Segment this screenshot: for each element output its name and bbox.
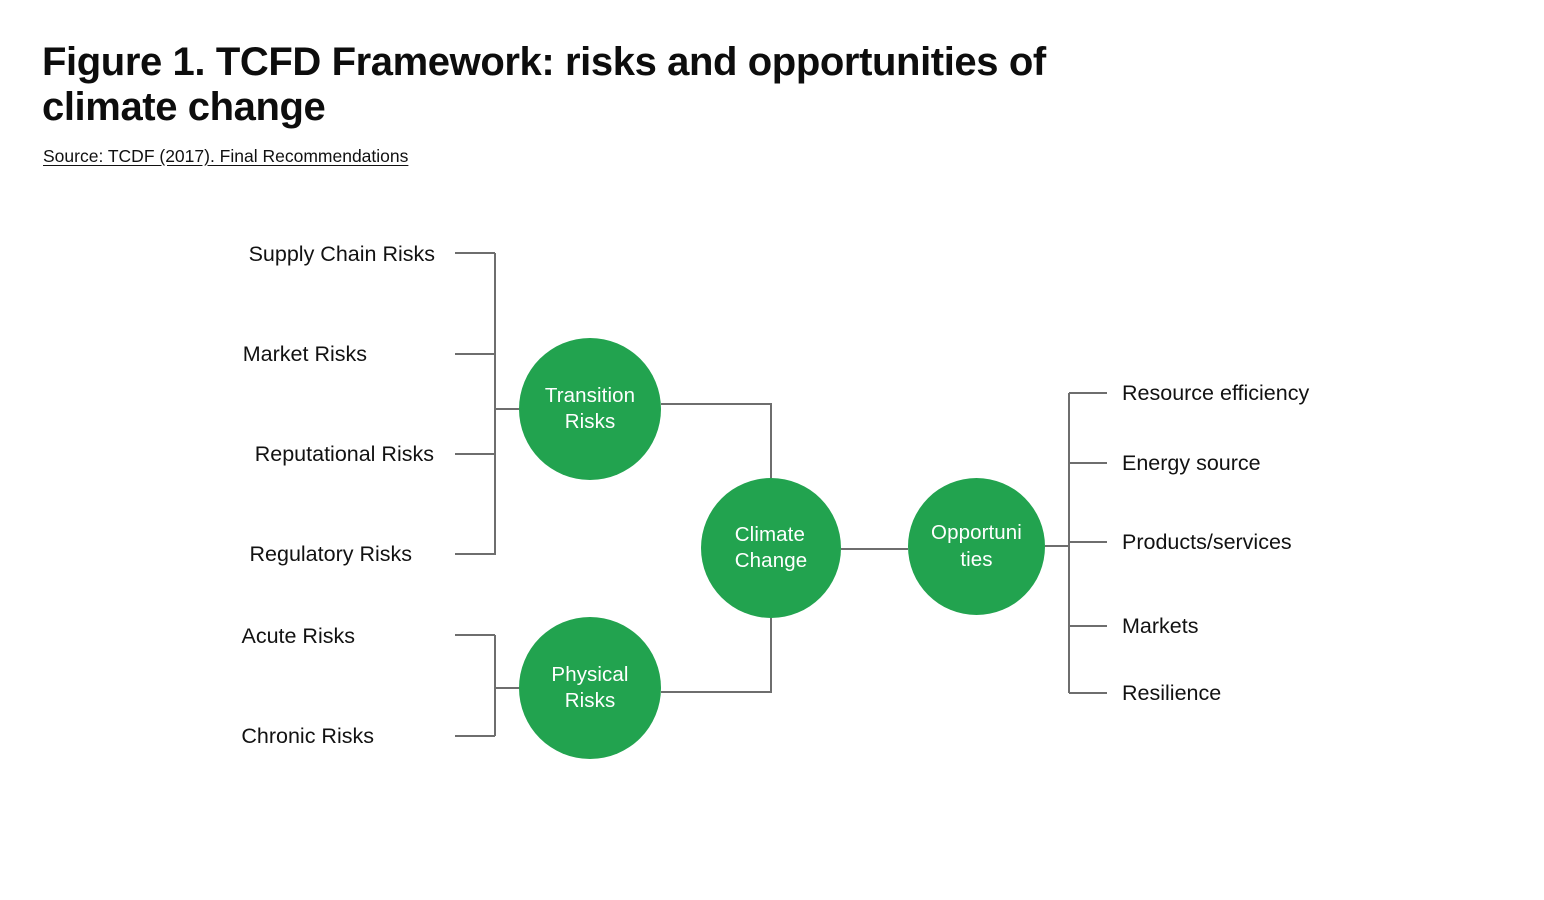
- node-opportunities[interactable]: Opportuni ties: [908, 478, 1045, 615]
- leaf-reputational-risks: Reputational Risks: [0, 442, 434, 468]
- leaf-products-services: Products/services: [1122, 530, 1292, 556]
- leaf-regulatory-risks: Regulatory Risks: [0, 542, 413, 568]
- leaf-label-text: Market Risks: [242, 342, 367, 367]
- node-transition-risks-label: Transition Risks: [544, 383, 636, 433]
- leaf-label-text: Products/services: [1122, 530, 1292, 555]
- leaf-label-text: Markets: [1122, 614, 1199, 639]
- leaf-energy-source: Energy source: [1122, 451, 1261, 477]
- edge-physical-to-climate: [661, 618, 773, 694]
- edge-transition-to-climate: [661, 402, 773, 478]
- leaf-market-risks: Market Risks: [0, 342, 367, 368]
- leaf-label-text: Reputational Risks: [254, 442, 434, 467]
- figure-page: Figure 1. TCFD Framework: risks and oppo…: [0, 0, 1544, 900]
- tcfd-diagram: Transition Risks Physical Risks Climate …: [0, 0, 1544, 900]
- leaf-label-text: Supply Chain Risks: [248, 242, 435, 267]
- leaf-supply-chain-risks: Supply Chain Risks: [0, 242, 435, 268]
- node-climate-change[interactable]: Climate Change: [701, 478, 841, 618]
- leaf-acute-risks: Acute Risks: [0, 624, 355, 650]
- node-transition-risks[interactable]: Transition Risks: [519, 338, 661, 480]
- leaf-label-text: Chronic Risks: [241, 724, 374, 749]
- leaf-resource-efficiency: Resource efficiency: [1122, 381, 1309, 407]
- leaf-chronic-risks: Chronic Risks: [0, 724, 374, 750]
- leaf-label-text: Resource efficiency: [1122, 381, 1310, 406]
- leaf-label-text: Regulatory Risks: [249, 542, 413, 567]
- leaf-markets: Markets: [1122, 614, 1198, 640]
- node-physical-risks[interactable]: Physical Risks: [519, 617, 661, 759]
- node-climate-change-label: Climate Change: [734, 522, 808, 572]
- leaf-label-text: Energy source: [1122, 451, 1261, 476]
- node-physical-risks-label: Physical Risks: [551, 662, 629, 712]
- leaf-label-text: Acute Risks: [241, 624, 355, 649]
- node-opportunities-label: Opportuni ties: [931, 521, 1022, 571]
- leaf-resilience: Resilience: [1122, 681, 1221, 707]
- leaf-label-text: Resilience: [1122, 681, 1222, 706]
